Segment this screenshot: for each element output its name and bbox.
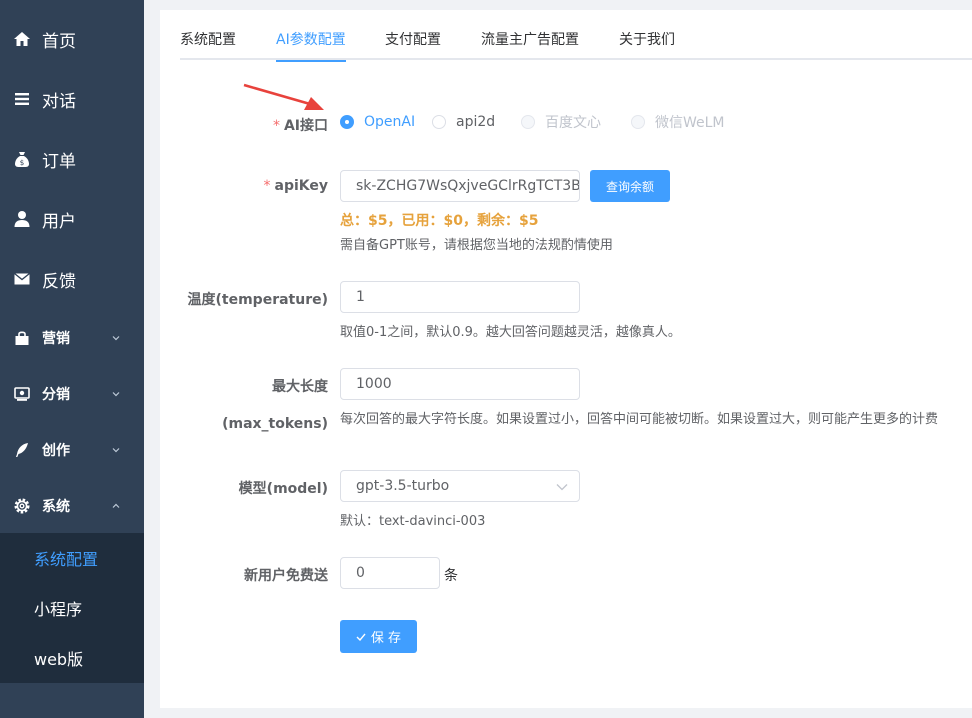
tab-ai-params[interactable]: AI参数配置 [276, 20, 346, 62]
radio-circle [521, 115, 535, 129]
sidebar-item-label: 创作 [42, 443, 70, 459]
sidebar-item-label: 用户 [42, 211, 76, 232]
query-balance-button[interactable]: 查询余额 [590, 170, 670, 202]
max-tokens-label: 最大长度 [272, 379, 328, 395]
chevron-up-icon [112, 503, 120, 508]
sidebar-item-distribution[interactable]: 分销 [0, 366, 144, 422]
chevron-down-icon [112, 336, 120, 341]
free-quota-suffix: 条 [444, 568, 458, 584]
sidebar-item-label: 系统 [42, 499, 70, 515]
check-icon [356, 633, 366, 641]
temperature-input[interactable]: 1 [340, 281, 580, 313]
radio-label: 百度文心 [545, 115, 601, 131]
submenu-item-mini-program[interactable]: 小程序 [0, 583, 144, 633]
sidebar-item-feedback[interactable]: 反馈 [0, 251, 144, 307]
tab-traffic-ads[interactable]: 流量主广告配置 [481, 20, 579, 60]
model-select[interactable]: gpt-3.5-turbo [340, 470, 580, 502]
annotation-arrow-icon [243, 83, 324, 110]
system-submenu: 系统配置 小程序 web版 [0, 533, 144, 683]
sidebar: 首页 对话 $ 订单 用户 反馈 营销 分销 创作 系统 系统配置 小程序 we… [0, 0, 144, 718]
chevron-down-icon [556, 484, 568, 491]
sidebar-item-chat[interactable]: 对话 [0, 71, 144, 127]
radio-baidu-wenxin[interactable]: 百度文心 [521, 112, 601, 132]
max-tokens-hint: 每次回答的最大字符长度。如果设置过小，回答中间可能被切断。如果设置过大，则可能产… [340, 412, 939, 427]
chevron-down-icon [112, 392, 120, 397]
radio-label: api2d [456, 114, 496, 130]
sidebar-item-label: 订单 [42, 151, 76, 172]
sidebar-item-home[interactable]: 首页 [0, 11, 144, 67]
ai-interface-label: * AI接口 [273, 115, 328, 135]
user-icon [12, 209, 32, 229]
sidebar-item-users[interactable]: 用户 [0, 191, 144, 247]
radio-openai[interactable]: OpenAI [340, 112, 415, 132]
required-mark: * [272, 118, 280, 134]
radio-circle [340, 115, 354, 129]
save-button[interactable]: 保 存 [340, 620, 417, 653]
api-key-label: * apiKey [264, 178, 329, 194]
required-mark: * [263, 178, 271, 194]
radio-label: 微信WeLM [655, 115, 725, 131]
submenu-item-web[interactable]: web版 [0, 633, 144, 683]
tab-about-us[interactable]: 关于我们 [619, 20, 675, 60]
api-key-input[interactable]: sk-ZCHG7WsQxjveGClrRgTCT3Blb [340, 170, 580, 202]
model-select-value: gpt-3.5-turbo [356, 478, 450, 494]
balance-text: 总：$5，已用：$0，剩余：$5 [340, 213, 539, 229]
sidebar-item-label: 首页 [42, 31, 76, 52]
max-tokens-label-sub: (max_tokens) [222, 416, 328, 432]
svg-text:$: $ [20, 159, 24, 167]
tab-payment[interactable]: 支付配置 [385, 20, 441, 60]
sidebar-item-system[interactable]: 系统 [0, 478, 144, 534]
money-bag-icon: $ [12, 149, 32, 169]
tab-system-config[interactable]: 系统配置 [180, 20, 236, 60]
sidebar-item-label: 对话 [42, 91, 76, 112]
api-key-label-text: apiKey [274, 178, 329, 194]
temperature-label: 温度(temperature) [187, 292, 329, 308]
ai-interface-label-text: AI接口 [283, 118, 328, 134]
model-label: 模型(model) [238, 481, 328, 497]
api-key-hint: 需自备GPT账号，请根据您当地的法规酌情使用 [340, 238, 613, 253]
feather-icon [12, 440, 32, 460]
max-tokens-input[interactable]: 1000 [340, 368, 580, 400]
sidebar-item-orders[interactable]: $ 订单 [0, 131, 144, 187]
radio-api2d[interactable]: api2d [432, 112, 495, 132]
shopping-bag-icon [12, 328, 32, 348]
home-icon [12, 29, 32, 49]
submenu-item-system-config[interactable]: 系统配置 [0, 533, 144, 583]
settings-tabs: 系统配置 AI参数配置 支付配置 流量主广告配置 关于我们 [180, 20, 972, 62]
temperature-hint: 取值0-1之间，默认0.9。越大回答问题越灵活，越像真人。 [340, 325, 681, 340]
sidebar-item-label: 分销 [42, 387, 70, 403]
radio-wechat-welm[interactable]: 微信WeLM [631, 112, 725, 132]
model-hint: 默认：text-davinci-003 [340, 514, 486, 529]
menu-icon [12, 89, 32, 109]
mail-icon [12, 269, 32, 289]
sidebar-item-create[interactable]: 创作 [0, 422, 144, 478]
save-button-label: 保 存 [370, 631, 402, 646]
radio-circle [631, 115, 645, 129]
free-quota-label: 新用户免费送 [244, 568, 328, 584]
sidebar-item-marketing[interactable]: 营销 [0, 310, 144, 366]
sidebar-item-label: 营销 [42, 331, 70, 347]
free-quota-input[interactable]: 0 [340, 557, 440, 589]
gear-icon [12, 496, 32, 516]
share-icon [12, 384, 32, 404]
chevron-down-icon [112, 448, 120, 453]
radio-circle [432, 115, 446, 129]
sidebar-item-label: 反馈 [42, 271, 76, 292]
radio-label: OpenAI [364, 114, 416, 130]
